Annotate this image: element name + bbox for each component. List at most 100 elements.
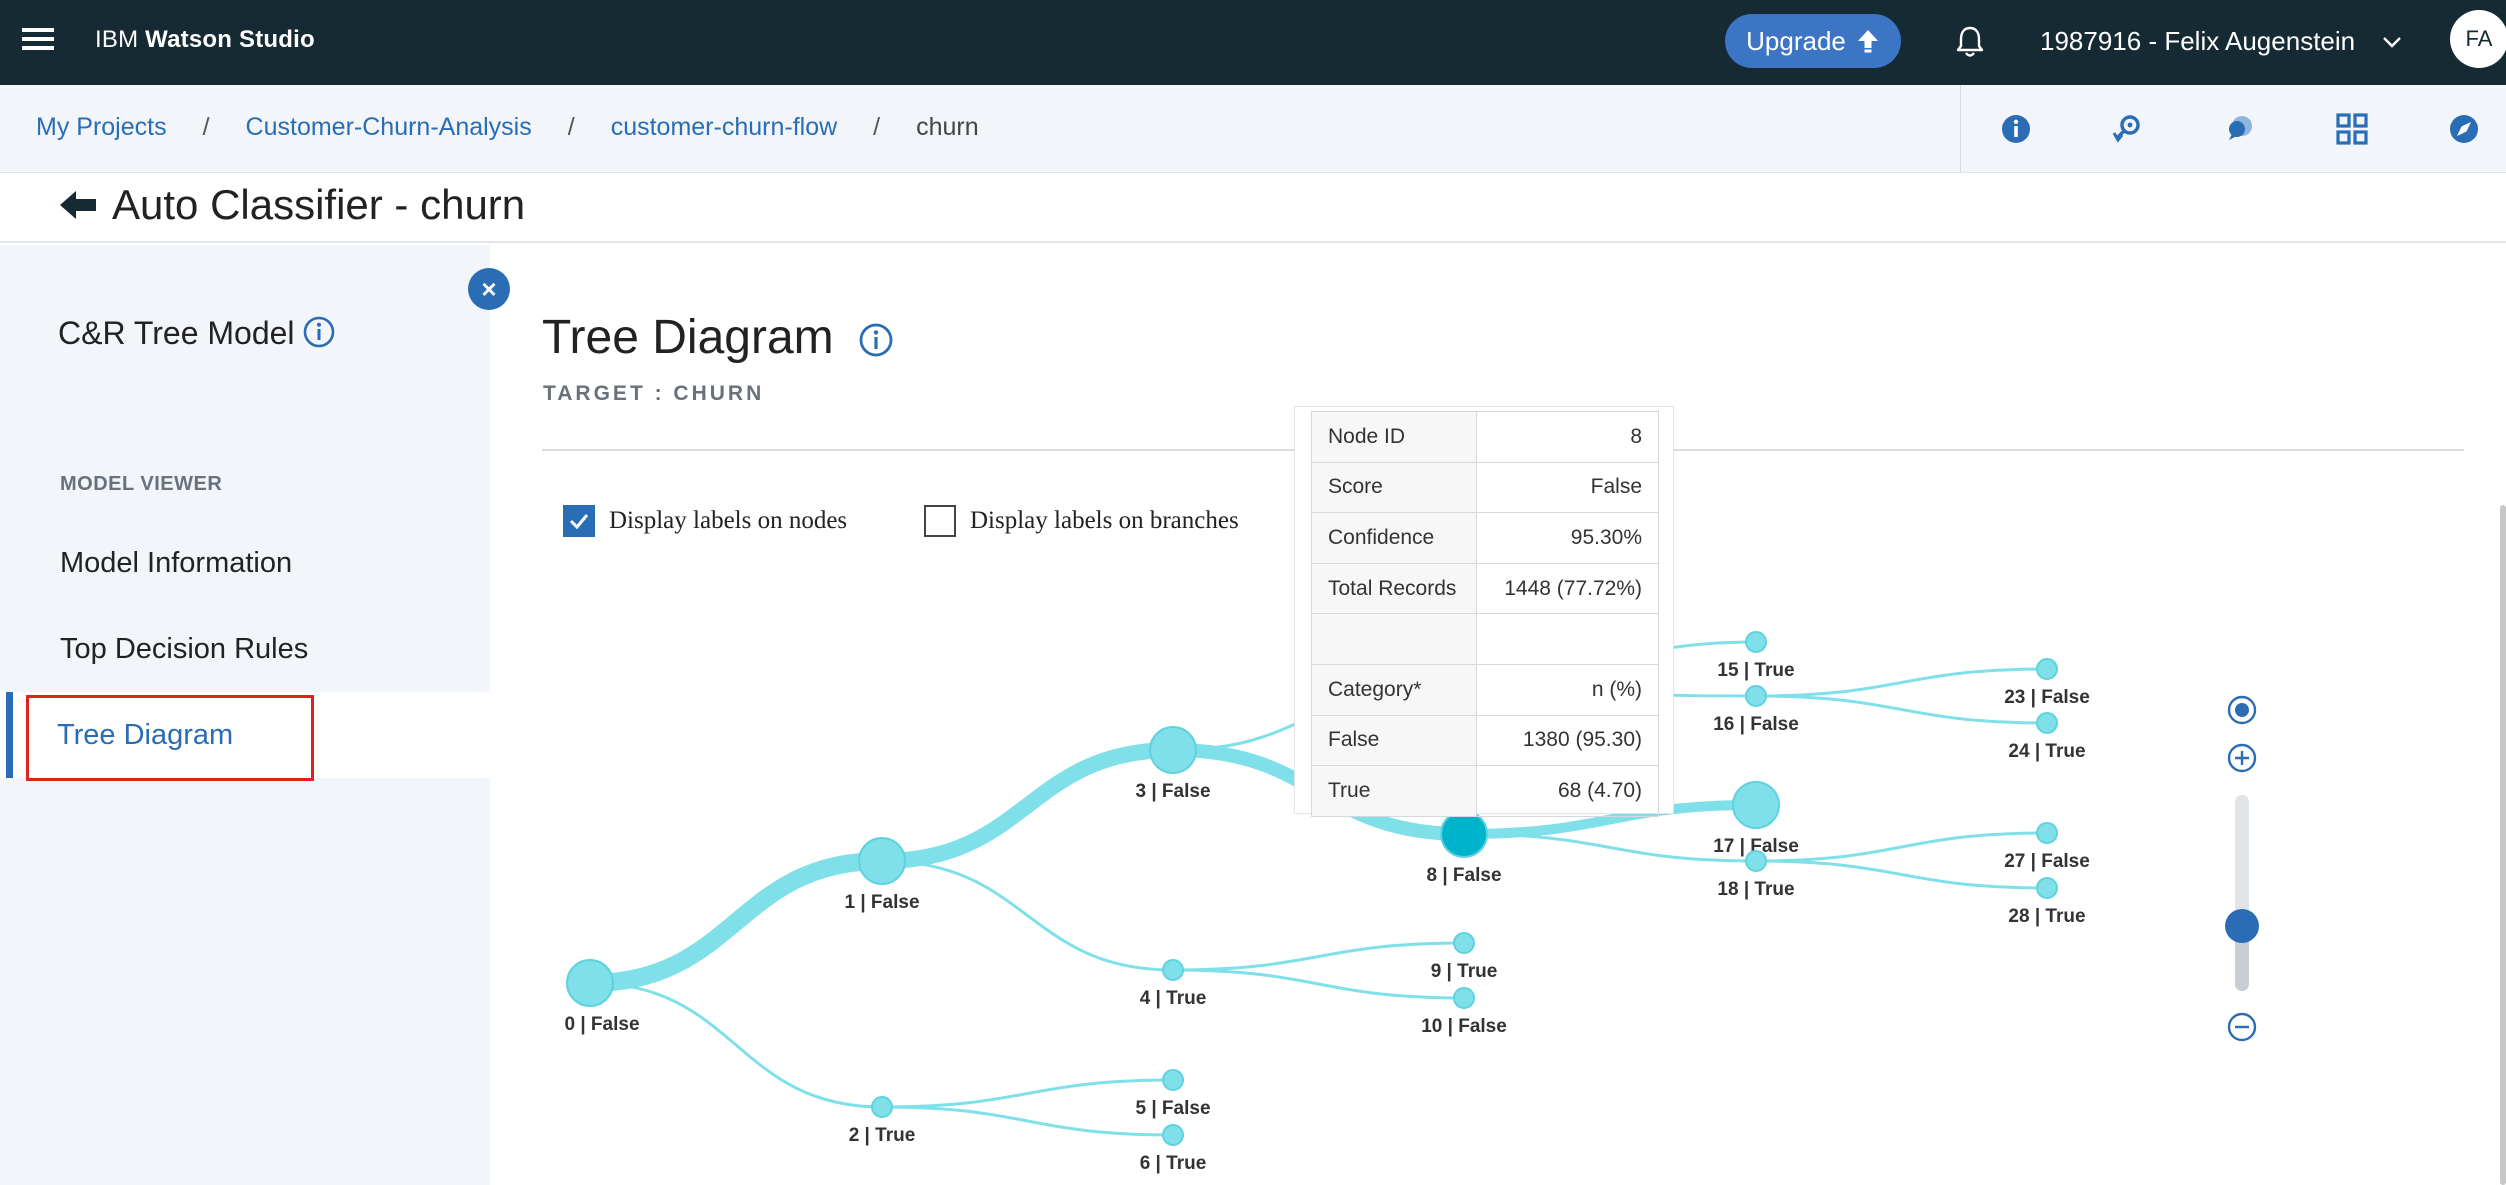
- checkbox-unchecked[interactable]: [924, 505, 956, 537]
- back-arrow-icon[interactable]: [56, 183, 100, 227]
- tree-node-23[interactable]: [2036, 658, 2058, 680]
- tree-node-label: 23 | False: [2004, 687, 2090, 708]
- tooltip-value: 68 (4.70): [1476, 765, 1659, 817]
- tree-node-label: 2 | True: [849, 1125, 916, 1146]
- tooltip-value: 95.30%: [1476, 512, 1659, 564]
- tree-node-18[interactable]: [1745, 850, 1767, 872]
- close-sidebar-button[interactable]: ×: [468, 268, 510, 310]
- tree-branch: [880, 859, 1175, 972]
- display-labels-branches-checkbox[interactable]: Display labels on branches: [924, 505, 1239, 537]
- tree-node-label: 8 | False: [1426, 865, 1501, 886]
- zoom-slider-track[interactable]: [2235, 795, 2249, 991]
- tree-node-16[interactable]: [1745, 685, 1767, 707]
- tooltip-row: Total Records 1448 (77.72%): [1311, 562, 1659, 615]
- comment-icon[interactable]: [2220, 109, 2260, 149]
- page-scrollbar[interactable]: [2500, 505, 2506, 1185]
- tree-branch: [1754, 694, 2049, 725]
- model-name: C&R Tree Model: [58, 315, 295, 351]
- tree-node-24[interactable]: [2036, 712, 2058, 734]
- tree-node-3[interactable]: [1149, 726, 1197, 774]
- tooltip-key: True: [1311, 765, 1477, 817]
- breadcrumb-separator: /: [873, 113, 881, 141]
- checkmark-icon: [569, 514, 589, 530]
- tree-node-label: 5 | False: [1135, 1098, 1210, 1119]
- page-title: Auto Classifier - churn: [112, 181, 526, 228]
- page-header: Auto Classifier - churn: [0, 173, 2506, 243]
- sidebar-item-tree-diagram[interactable]: Tree Diagram: [0, 692, 490, 778]
- tree-node-label: 27 | False: [2004, 851, 2090, 872]
- tree-node-label: 6 | True: [1140, 1153, 1207, 1174]
- main-title: Tree Diagram: [542, 311, 834, 364]
- tooltip-key: [1311, 613, 1477, 665]
- tooltip-row: Score False: [1311, 461, 1659, 514]
- tree-node-1[interactable]: [858, 837, 906, 885]
- checkbox-label: Display labels on branches: [970, 507, 1239, 534]
- tooltip-key: Score: [1311, 461, 1477, 514]
- tree-node-0[interactable]: [566, 959, 614, 1007]
- toolbar-divider: [1960, 85, 1961, 173]
- user-avatar[interactable]: FA: [2450, 10, 2506, 68]
- checkbox-label: Display labels on nodes: [609, 507, 848, 534]
- breadcrumb-flow[interactable]: customer-churn-flow: [611, 113, 837, 142]
- tree-node-6[interactable]: [1162, 1124, 1184, 1146]
- tree-node-15[interactable]: [1745, 631, 1767, 653]
- zoom-reset-icon[interactable]: [2226, 694, 2258, 726]
- brand-prefix: IBM: [95, 26, 139, 53]
- product-brand[interactable]: IBM Watson Studio: [95, 26, 315, 54]
- tree-branch: [1754, 667, 2049, 698]
- top-nav-bar: IBM Watson Studio Upgrade 1987916 - Feli…: [0, 0, 2506, 85]
- zoom-out-icon[interactable]: [2226, 1011, 2258, 1043]
- tree-node-9[interactable]: [1453, 932, 1475, 954]
- hamburger-menu-icon[interactable]: [22, 24, 54, 56]
- close-icon: ×: [481, 273, 497, 304]
- tree-node-label: 0 | False: [564, 1014, 639, 1035]
- info-icon[interactable]: [1996, 109, 2036, 149]
- account-switcher[interactable]: 1987916 - Felix Augenstein: [2040, 26, 2355, 57]
- info-icon[interactable]: [858, 322, 894, 358]
- tooltip-row: [1311, 613, 1659, 665]
- tree-branch: [874, 742, 1181, 869]
- breadcrumb-my-projects[interactable]: My Projects: [36, 113, 167, 142]
- tree-branch: [1462, 832, 1758, 863]
- tooltip-key: Total Records: [1311, 562, 1477, 615]
- flow-settings-icon[interactable]: [2108, 109, 2148, 149]
- tree-node-27[interactable]: [2036, 822, 2058, 844]
- target-label: TARGET : CHURN: [543, 382, 765, 405]
- tree-node-4[interactable]: [1162, 959, 1184, 981]
- tree-node-label: 4 | True: [1140, 988, 1207, 1009]
- model-sidebar: C&R Tree Model MODEL VIEWER Model Inform…: [0, 245, 490, 1185]
- sidebar-item-label: Model Information: [60, 546, 293, 579]
- upgrade-label: Upgrade: [1746, 25, 1846, 56]
- zoom-in-icon[interactable]: [2226, 742, 2258, 774]
- tree-branch: [1171, 968, 1466, 1000]
- tooltip-value: False: [1476, 461, 1659, 514]
- breadcrumb: My Projects / Customer-Churn-Analysis / …: [36, 113, 979, 142]
- palette-icon[interactable]: [2332, 109, 2372, 149]
- sidebar-item-model-information[interactable]: Model Information: [0, 520, 490, 606]
- sidebar-item-top-decision-rules[interactable]: Top Decision Rules: [0, 606, 490, 692]
- tooltip-value: [1476, 613, 1659, 665]
- breadcrumb-project[interactable]: Customer-Churn-Analysis: [246, 113, 532, 142]
- tooltip-value: 8: [1476, 411, 1659, 463]
- tree-node-2[interactable]: [871, 1096, 893, 1118]
- tree-node-label: 3 | False: [1135, 781, 1210, 802]
- checkbox-checked[interactable]: [563, 505, 595, 537]
- tree-node-10[interactable]: [1453, 987, 1475, 1009]
- tree-node-8[interactable]: [1440, 810, 1488, 858]
- compass-icon[interactable]: [2444, 109, 2484, 149]
- breadcrumb-current: churn: [916, 113, 979, 141]
- chevron-down-icon[interactable]: [2380, 30, 2404, 54]
- tree-branch: [588, 981, 884, 1109]
- info-icon[interactable]: [302, 315, 336, 349]
- section-label: MODEL VIEWER: [60, 473, 223, 495]
- tree-node-label: 15 | True: [1717, 660, 1794, 681]
- upgrade-button[interactable]: Upgrade: [1725, 14, 1901, 68]
- tree-node-28[interactable]: [2036, 877, 2058, 899]
- display-labels-nodes-checkbox[interactable]: Display labels on nodes: [563, 505, 847, 537]
- tree-node-17[interactable]: [1732, 781, 1780, 829]
- notifications-bell-icon[interactable]: [1950, 22, 1990, 62]
- breadcrumb-separator: /: [202, 113, 210, 141]
- breadcrumb-bar: My Projects / Customer-Churn-Analysis / …: [0, 85, 2506, 173]
- zoom-slider-handle[interactable]: [2225, 909, 2259, 943]
- tree-node-5[interactable]: [1162, 1069, 1184, 1091]
